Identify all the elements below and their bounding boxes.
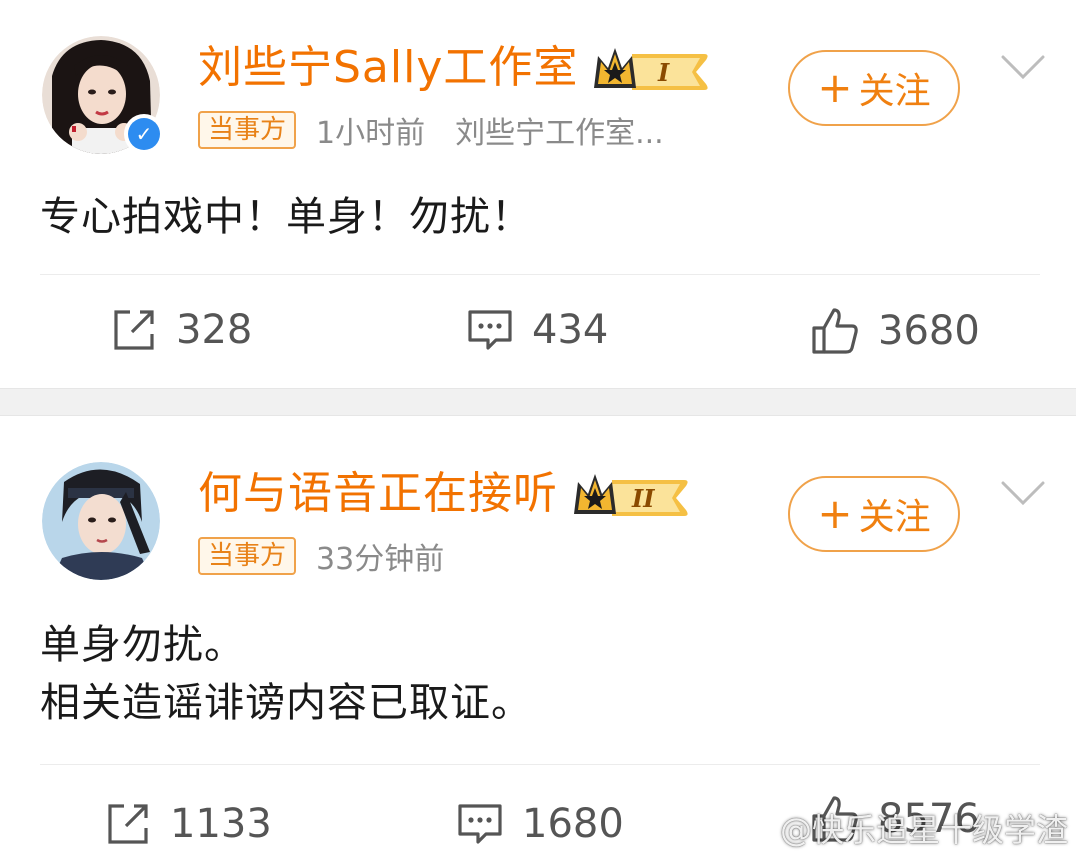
plus-icon: +	[817, 63, 853, 112]
watermark: @快乐追星十级学渣	[740, 805, 1068, 851]
avatar-image	[42, 462, 160, 580]
verified-icon: ✓	[124, 114, 164, 154]
svg-text:I: I	[657, 58, 670, 87]
post-meta: 当事方 1小时前 刘些宁工作室...	[198, 108, 664, 152]
watermark-text: @快乐追星十级学渣	[779, 811, 1068, 849]
svg-text:II: II	[631, 484, 655, 513]
post-meta: 当事方 33分钟前	[198, 534, 444, 578]
username[interactable]: 何与语音正在接听	[198, 472, 558, 516]
comment-button[interactable]: 434	[466, 306, 608, 354]
user-name-row: 何与语音正在接听 II	[198, 470, 690, 518]
comment-button[interactable]: 1680	[456, 800, 624, 848]
vip-badge[interactable]: I	[592, 44, 710, 92]
post-source[interactable]: 刘些宁工作室...	[455, 108, 664, 152]
post-time: 33分钟前	[316, 542, 445, 577]
comment-count: 434	[532, 307, 609, 353]
party-tag: 当事方	[198, 111, 297, 149]
post-content: 专心拍戏中！单身！勿扰！	[40, 188, 532, 246]
follow-button[interactable]: + 关注	[788, 476, 960, 552]
feed-separator	[0, 388, 1076, 416]
divider	[40, 274, 1040, 275]
post-card: 何与语音正在接听 II 当事方 33分钟前 + 关注 单身勿扰。 相关造谣诽谤内…	[0, 416, 1076, 857]
avatar[interactable]: ✓	[42, 36, 164, 154]
plus-icon: +	[817, 489, 853, 538]
avatar[interactable]	[42, 462, 160, 580]
party-tag: 当事方	[198, 537, 297, 575]
like-count: 3680	[878, 308, 980, 354]
follow-label: 关注	[858, 71, 931, 112]
repost-icon	[108, 804, 148, 844]
post-content-line: 单身勿扰。	[40, 622, 245, 668]
crown-icon: II	[574, 474, 688, 516]
repost-icon	[114, 310, 154, 350]
user-name-row: 刘些宁Sally工作室 I	[198, 44, 710, 92]
weibo-feed: ✓ 刘些宁Sally工作室 I 当事方 1小时前 刘些宁工作室... + 关注 …	[0, 0, 1076, 857]
post-card: ✓ 刘些宁Sally工作室 I 当事方 1小时前 刘些宁工作室... + 关注 …	[0, 0, 1076, 388]
repost-count: 328	[176, 307, 253, 353]
post-content: 单身勿扰。 相关造谣诽谤内容已取证。	[40, 616, 532, 732]
comment-count: 1680	[522, 801, 624, 847]
post-content-line: 专心拍戏中！单身！勿扰！	[40, 194, 532, 240]
post-content-line: 相关造谣诽谤内容已取证。	[40, 680, 532, 726]
repost-button[interactable]: 328	[110, 306, 252, 354]
chevron-down-icon[interactable]	[1000, 478, 1046, 508]
username[interactable]: 刘些宁Sally工作室	[198, 46, 578, 90]
vip-badge[interactable]: II	[572, 470, 690, 518]
comment-icon	[458, 804, 502, 844]
chevron-down-icon[interactable]	[1000, 52, 1046, 82]
repost-button[interactable]: 1133	[104, 800, 272, 848]
like-button[interactable]: 3680	[810, 306, 980, 356]
comment-icon	[468, 310, 512, 350]
like-icon	[812, 308, 858, 354]
crown-icon: I	[594, 48, 708, 90]
follow-button[interactable]: + 关注	[788, 50, 960, 126]
divider	[40, 764, 1040, 765]
repost-count: 1133	[170, 801, 272, 847]
weibo-logo-icon	[740, 815, 775, 843]
post-time: 1小时前	[316, 116, 426, 151]
follow-label: 关注	[858, 497, 931, 538]
